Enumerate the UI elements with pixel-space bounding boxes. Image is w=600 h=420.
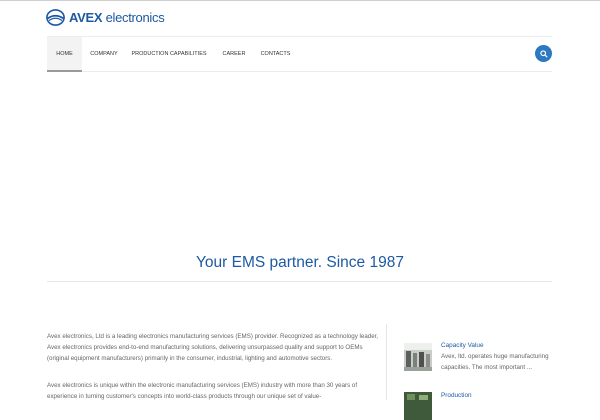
site-logo[interactable]: AVEX electronics bbox=[46, 9, 165, 26]
search-button[interactable] bbox=[535, 45, 552, 62]
logo-suffix: electronics bbox=[105, 10, 165, 25]
logo-text: AVEX electronics bbox=[69, 10, 165, 25]
nav-item-home[interactable]: HOME bbox=[47, 37, 82, 72]
news-title-capacity[interactable]: Capacity Value bbox=[441, 342, 484, 349]
news-thumbnail-capacity[interactable] bbox=[404, 343, 432, 371]
nav-item-company[interactable]: COMPANY bbox=[82, 37, 126, 71]
top-border bbox=[0, 0, 600, 1]
hero-title: Your EMS partner. Since 1987 bbox=[196, 254, 404, 271]
news-title-production[interactable]: Production bbox=[441, 392, 472, 399]
main-navigation: HOME COMPANY PRODUCTION CAPABILITIES CAR… bbox=[47, 36, 552, 72]
hero-divider bbox=[47, 281, 552, 282]
search-icon bbox=[539, 49, 548, 58]
production-photo-icon bbox=[404, 392, 432, 420]
nav-item-career[interactable]: CAREER bbox=[215, 37, 253, 71]
sidebar-divider bbox=[386, 324, 387, 400]
nav-item-production-capabilities[interactable]: PRODUCTION CAPABILITIES bbox=[130, 37, 208, 71]
intro-paragraph-1: Avex electronics, Ltd is a leading elect… bbox=[47, 333, 379, 362]
news-text-capacity: Avex, ltd. operates huge manufacturing c… bbox=[441, 353, 549, 371]
avex-logo-icon bbox=[46, 9, 65, 26]
nav-item-contacts[interactable]: CONTACTS bbox=[255, 37, 296, 71]
logo-brand: AVEX bbox=[69, 10, 103, 25]
factory-photo-icon bbox=[404, 343, 432, 371]
news-thumbnail-production[interactable] bbox=[404, 392, 432, 420]
intro-paragraph-2: Avex electronics is unique within the el… bbox=[47, 382, 358, 400]
